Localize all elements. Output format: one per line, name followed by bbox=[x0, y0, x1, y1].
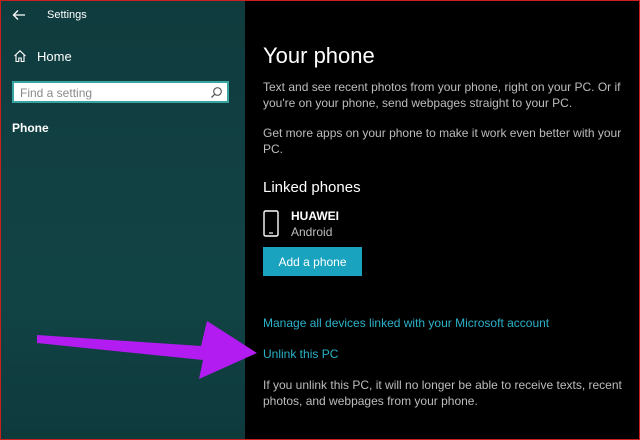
linked-phones-heading: Linked phones bbox=[263, 179, 361, 196]
device-name: HUAWEI bbox=[291, 209, 339, 223]
home-icon bbox=[13, 49, 27, 63]
unlink-pc-link[interactable]: Unlink this PC bbox=[263, 347, 338, 361]
title-bar: Settings bbox=[1, 1, 245, 29]
add-phone-button[interactable]: Add a phone bbox=[263, 247, 362, 276]
annotation-arrow-icon bbox=[37, 321, 257, 379]
page-title: Your phone bbox=[263, 43, 375, 68]
main-content: Your phone Text and see recent photos fr… bbox=[245, 1, 639, 439]
device-os: Android bbox=[291, 225, 333, 239]
linked-device: HUAWEI Android bbox=[263, 209, 463, 241]
search-input[interactable] bbox=[20, 85, 200, 101]
phone-icon bbox=[263, 210, 279, 237]
back-arrow-icon[interactable] bbox=[11, 7, 27, 23]
sidebar-item-home[interactable]: Home bbox=[1, 45, 245, 69]
sidebar-item-label: Home bbox=[37, 49, 72, 64]
sidebar-item-phone[interactable]: Phone bbox=[12, 121, 49, 135]
settings-window: Settings Home Phone Your phone Text and … bbox=[0, 0, 640, 440]
search-icon[interactable] bbox=[210, 86, 223, 99]
description-text: Text and see recent photos from your pho… bbox=[263, 80, 621, 110]
app-title: Settings bbox=[47, 9, 87, 21]
manage-devices-link[interactable]: Manage all devices linked with your Micr… bbox=[263, 316, 549, 330]
more-apps-text: Get more apps on your phone to make it w… bbox=[263, 126, 622, 156]
search-box[interactable] bbox=[12, 81, 229, 103]
unlink-note-text: If you unlink this PC, it will no longer… bbox=[263, 378, 622, 408]
